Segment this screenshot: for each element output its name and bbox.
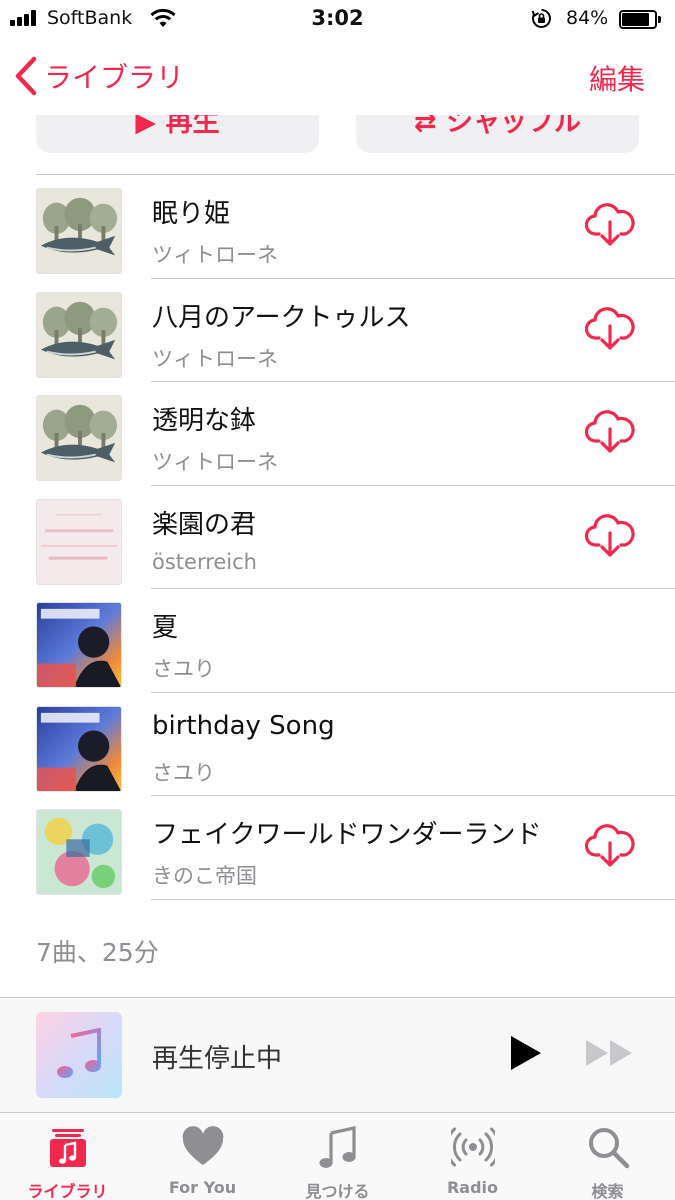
- rotation-lock-icon: [531, 9, 551, 28]
- mini-player[interactable]: 再生停止中: [0, 997, 675, 1112]
- navigation-bar: ライブラリ 編集: [0, 40, 675, 115]
- song-row[interactable]: 眠り姫 ツィトローネ: [0, 175, 675, 279]
- mini-player-artwork: [36, 1012, 122, 1098]
- album-artwork: [36, 395, 122, 481]
- song-row[interactable]: フェイクワールドワンダーランドきのこ帝国: [0, 796, 675, 900]
- row-divider: [151, 898, 675, 900]
- album-artwork: [36, 602, 122, 688]
- cloud-download-icon[interactable]: [585, 200, 635, 250]
- album-artwork: [36, 291, 122, 378]
- edit-button[interactable]: 編集: [589, 58, 645, 98]
- tab-radio[interactable]: Radio: [405, 1113, 540, 1200]
- song-artist: さユり: [152, 657, 215, 681]
- song-artist: österreich: [152, 549, 257, 574]
- song-artist: ツィトローネ: [152, 450, 278, 474]
- song-title: フェイクワールドワンダーランド: [152, 820, 542, 850]
- playlist-summary: 7曲、25分: [36, 938, 159, 967]
- tab-bar: ライブラリ For You 見つける Radio 検索: [0, 1112, 675, 1200]
- tab-label: 見つける: [305, 1182, 370, 1200]
- song-title: 夏: [152, 613, 179, 643]
- song-title: birthday Song: [152, 710, 335, 741]
- tab-music-note[interactable]: 見つける: [270, 1113, 405, 1200]
- song-artist: ツィトローネ: [152, 346, 278, 371]
- song-list: 眠り姫 ツィトローネ 八月のアークトゥルス ツィトローネ 透明な鉢 ツィトローネ 楽園の君 ö…: [0, 175, 675, 900]
- tab-label: For You: [168, 1178, 237, 1197]
- song-row[interactable]: birthday Song さユり: [0, 693, 675, 796]
- cloud-download-icon[interactable]: [585, 821, 635, 871]
- back-button[interactable]: ライブラリ: [14, 54, 184, 98]
- song-row[interactable]: 八月のアークトゥルスツィトローネ: [0, 279, 675, 382]
- song-artist: ツィトローネ: [152, 243, 278, 267]
- tab-library[interactable]: ライブラリ: [0, 1113, 135, 1200]
- cloud-download-icon[interactable]: [585, 407, 635, 457]
- song-title: 眠り姫: [152, 199, 231, 229]
- fast-forward-icon[interactable]: [584, 1038, 636, 1068]
- song-artist: さユり: [152, 760, 215, 785]
- tab-label: ライブラリ: [27, 1182, 108, 1200]
- tab-heart[interactable]: For You: [135, 1113, 270, 1200]
- album-artwork: [36, 809, 122, 895]
- music-note-icon: [319, 1126, 356, 1168]
- cloud-download-icon[interactable]: [585, 511, 635, 561]
- song-artist: きのこ帝国: [152, 864, 257, 888]
- album-artwork: [36, 498, 122, 585]
- battery-icon: [619, 10, 661, 29]
- album-artwork: [36, 188, 122, 274]
- album-artwork: [36, 705, 122, 792]
- tab-label: 検索: [591, 1182, 624, 1200]
- tab-label: Radio: [446, 1178, 499, 1197]
- play-icon[interactable]: [509, 1034, 543, 1072]
- back-button-label: ライブラリ: [44, 61, 185, 94]
- cloud-download-icon[interactable]: [585, 304, 635, 354]
- song-title: 楽園の君: [152, 509, 257, 540]
- music-note-icon: [57, 1028, 101, 1078]
- song-title: 八月のアークトゥルス: [152, 302, 411, 333]
- song-row[interactable]: 夏さユり: [0, 589, 675, 693]
- battery-percent: 84%: [566, 7, 609, 29]
- library-icon: [50, 1129, 86, 1167]
- heart-icon: [182, 1126, 224, 1165]
- song-row[interactable]: 楽園の君 österreich: [0, 486, 675, 589]
- tab-search[interactable]: 検索: [540, 1113, 675, 1200]
- chevron-left-icon: [15, 56, 37, 96]
- song-title: 透明な鉢: [152, 406, 257, 436]
- radio-icon: [451, 1127, 495, 1167]
- status-bar: SoftBank 3:02 84%: [0, 0, 675, 40]
- song-row[interactable]: 透明な鉢ツィトローネ: [0, 382, 675, 486]
- mini-player-status: 再生停止中: [152, 1044, 283, 1074]
- search-icon: [589, 1128, 630, 1169]
